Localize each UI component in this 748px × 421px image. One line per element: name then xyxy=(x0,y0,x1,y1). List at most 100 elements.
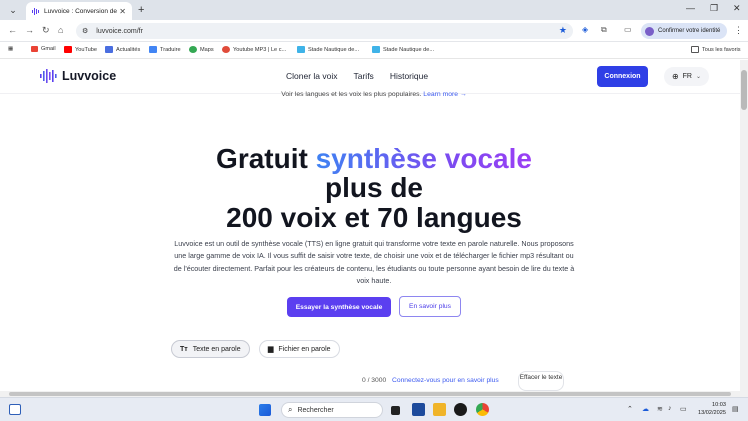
hero-title-line3: 200 voix et 70 langues xyxy=(226,202,522,233)
site-header: Luvvoice Cloner la voix Tarifs Historiqu… xyxy=(0,60,740,94)
dell-icon[interactable] xyxy=(454,403,467,416)
bookmark-star-icon[interactable]: ★ xyxy=(559,25,567,36)
extensions-icon[interactable]: ⧉ xyxy=(601,25,607,35)
bookmark-youtube[interactable]: YouTube xyxy=(64,46,97,53)
file-icon: ▆ xyxy=(268,346,274,353)
onedrive-icon[interactable]: ☁ xyxy=(642,405,649,413)
windows-start-icon[interactable] xyxy=(259,404,271,416)
home-icon[interactable]: ⌂ xyxy=(58,25,63,35)
mp3-icon xyxy=(222,46,230,53)
new-tab-icon[interactable]: + xyxy=(138,4,144,16)
forward-icon[interactable]: → xyxy=(25,25,34,35)
hero-description: Luvvoice est un outil de synthèse vocale… xyxy=(173,239,575,285)
language-label: FR xyxy=(682,73,692,80)
all-bookmarks[interactable]: Tous les favoris xyxy=(691,46,741,53)
taskbar-search[interactable]: ⌕ Rechercher xyxy=(281,402,383,418)
avatar xyxy=(645,26,654,36)
web-page: Luvvoice Cloner la voix Tarifs Historiqu… xyxy=(0,60,740,391)
hscroll-thumb[interactable] xyxy=(9,392,731,396)
bookmark-gmail[interactable]: Gmail xyxy=(31,46,56,52)
vertical-scrollbar[interactable] xyxy=(740,60,748,391)
try-tts-button[interactable]: Essayer la synthèse vocale xyxy=(287,297,391,317)
tab-text-to-speech[interactable]: Tт Texte en parole xyxy=(171,340,250,358)
bookmark-actualites[interactable]: Actualités xyxy=(105,46,140,53)
bookmark-maps[interactable]: Maps xyxy=(189,46,214,53)
task-view-icon[interactable] xyxy=(391,406,400,415)
waveform-logo-icon xyxy=(40,69,57,83)
youtube-icon xyxy=(64,46,72,53)
login-button[interactable]: Connexion xyxy=(597,66,648,87)
stade-icon xyxy=(297,46,305,53)
tab-label: Texte en parole xyxy=(192,345,241,353)
translate-bookmark-icon xyxy=(149,46,157,53)
bookmark-stade-1[interactable]: Stade Nautique de... xyxy=(297,46,359,53)
chevron-up-icon[interactable]: ⌃ xyxy=(627,405,633,413)
address-bar[interactable]: ⚙ luvvoice.com/fr ★ xyxy=(76,23,573,39)
learn-more-link[interactable]: Learn more → xyxy=(423,91,466,98)
site-logo[interactable]: Luvvoice xyxy=(40,69,116,83)
tab-strip: ⌄ Luvvoice : Conversion de texte ✕ + — ❐… xyxy=(0,0,748,20)
restore-icon[interactable]: ❐ xyxy=(710,3,718,14)
volume-icon[interactable]: ♪ xyxy=(668,405,672,412)
google-icon xyxy=(189,46,197,53)
back-icon[interactable]: ← xyxy=(8,25,17,35)
title-plain: Gratuit xyxy=(216,143,308,174)
site-info-icon[interactable]: ⚙ xyxy=(82,27,88,35)
folder-icon xyxy=(691,46,699,53)
languages-hint: Voir les langues et les voix les plus po… xyxy=(0,91,740,98)
language-selector[interactable]: ⊕ FR ⌄ xyxy=(664,67,709,86)
globe-icon: ⊕ xyxy=(671,72,679,81)
nav-clone-voice[interactable]: Cloner la voix xyxy=(286,71,338,81)
time: 10:03 xyxy=(712,402,726,408)
clear-text-button[interactable]: Effacer le texte xyxy=(518,371,564,391)
url-text: luvvoice.com/fr xyxy=(96,27,143,35)
profile-button[interactable]: Confirmer votre identité xyxy=(641,23,727,39)
learn-more-button[interactable]: En savoir plus xyxy=(399,296,461,317)
wifi-icon[interactable]: ≋ xyxy=(657,405,663,413)
minimize-icon[interactable]: — xyxy=(686,3,695,13)
reload-icon[interactable]: ↻ xyxy=(42,25,50,36)
hero-title-line1: Gratuit synthèse vocale xyxy=(0,144,740,173)
chrome-icon[interactable] xyxy=(476,403,489,416)
hero-title-line2: plus de xyxy=(324,172,423,203)
browser-window: ⌄ Luvvoice : Conversion de texte ✕ + — ❐… xyxy=(0,0,748,421)
tab-close-icon[interactable]: ✕ xyxy=(119,7,126,16)
text-icon: Tт xyxy=(180,345,188,353)
file-explorer-icon[interactable] xyxy=(433,403,446,416)
search-placeholder: Rechercher xyxy=(297,406,334,414)
tab-file-to-speech[interactable]: ▆ Fichier en parole xyxy=(259,340,340,358)
tab-search-icon[interactable]: ⌄ xyxy=(6,4,20,16)
bookmark-youtube-mp3[interactable]: Youtube MP3 | Le c... xyxy=(222,46,286,53)
taskbar: ⌕ Rechercher ⌃ ☁ ≋ ♪ ▭ 10:03 13/02/2025 … xyxy=(0,397,748,421)
apps-icon[interactable]: ▦ xyxy=(8,46,13,52)
luvvoice-favicon-icon xyxy=(32,7,40,15)
close-window-icon[interactable]: ✕ xyxy=(733,3,741,14)
chevron-down-icon: ⌄ xyxy=(696,74,702,80)
notifications-icon[interactable]: ▤ xyxy=(732,405,739,413)
battery-icon[interactable]: ▭ xyxy=(680,405,687,413)
browser-tab[interactable]: Luvvoice : Conversion de texte ✕ xyxy=(26,2,132,20)
bookmark-traduire[interactable]: Traduire xyxy=(149,46,181,53)
store-icon[interactable] xyxy=(412,403,425,416)
search-icon: ⌕ xyxy=(288,405,293,414)
browser-toolbar: ← → ↻ ⌂ ⚙ luvvoice.com/fr ★ ◈ ⧉ ▭ Confir… xyxy=(0,20,748,42)
nav-pricing[interactable]: Tarifs xyxy=(354,71,374,81)
cast-icon[interactable]: ▭ xyxy=(624,25,632,34)
char-counter: 0 / 3000 Connectez-vous pour en savoir p… xyxy=(362,377,499,384)
tab-title: Luvvoice : Conversion de texte xyxy=(44,7,117,15)
nav-history[interactable]: Historique xyxy=(390,71,428,81)
translate-icon[interactable]: ◈ xyxy=(582,25,588,34)
menu-icon[interactable]: ⋮ xyxy=(734,25,743,36)
widgets-icon[interactable] xyxy=(9,404,21,415)
clock[interactable]: 10:03 13/02/2025 xyxy=(694,401,726,417)
profile-label: Confirmer votre identité xyxy=(658,28,721,34)
bookmark-stade-2[interactable]: Stade Nautique de... xyxy=(372,46,434,53)
tab-label: Fichier en parole xyxy=(278,345,331,353)
login-to-learn-link[interactable]: Connectez-vous pour en savoir plus xyxy=(392,377,499,384)
counter-value: 0 / 3000 xyxy=(362,377,387,384)
title-gradient: synthèse vocale xyxy=(315,143,532,174)
scroll-thumb[interactable] xyxy=(741,70,747,110)
stade-icon xyxy=(372,46,380,53)
news-icon xyxy=(105,46,113,53)
main-nav: Cloner la voix Tarifs Historique xyxy=(286,71,444,81)
